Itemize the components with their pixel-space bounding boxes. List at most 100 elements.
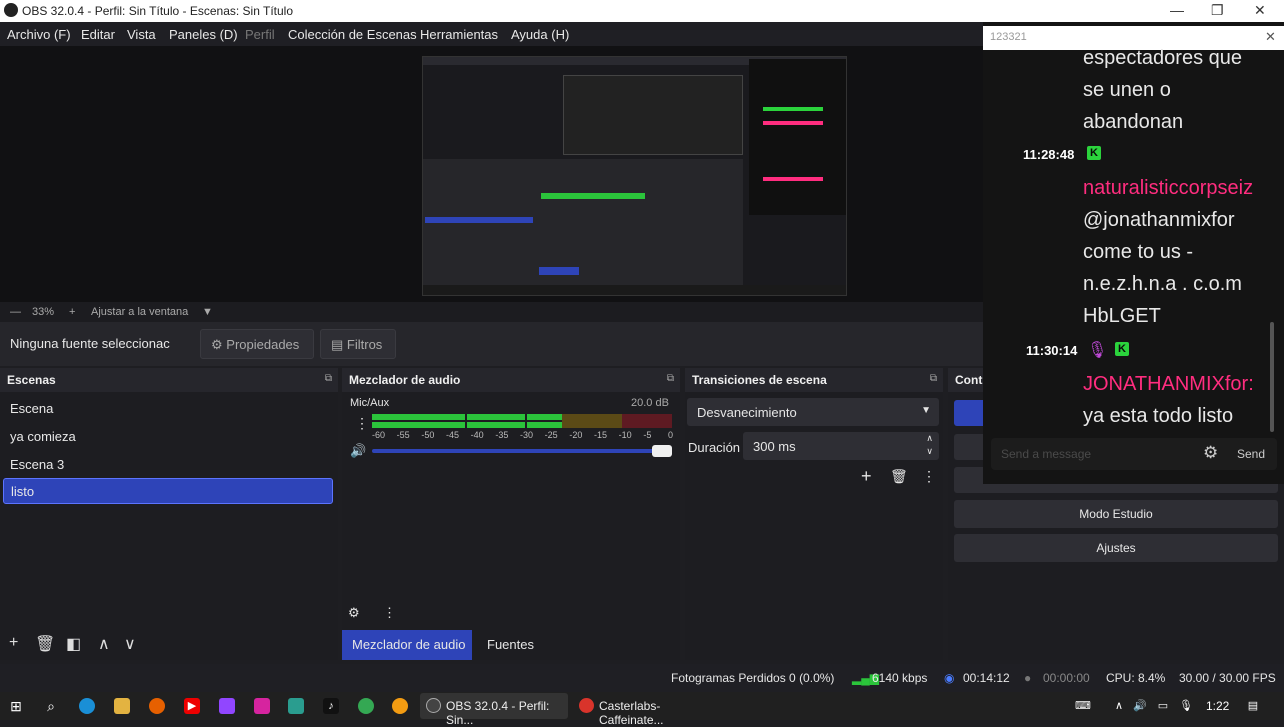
chat-line: HbLGET xyxy=(1083,305,1161,327)
photos-icon[interactable] xyxy=(288,698,304,714)
properties-button[interactable]: ⚙ Propiedades xyxy=(200,329,314,359)
twitch-icon[interactable] xyxy=(219,698,235,714)
filters-label: Filtros xyxy=(346,337,383,352)
zoom-out-button[interactable]: — xyxy=(10,306,21,318)
audio-mixer-title: Mezclador de audio xyxy=(349,373,461,387)
maximize-icon[interactable]: ❐ xyxy=(1211,2,1224,19)
close-icon[interactable]: ✕ xyxy=(1254,2,1266,19)
menu-paneles[interactable]: Paneles (D) xyxy=(169,27,238,42)
settings-button[interactable]: Ajustes xyxy=(954,534,1278,562)
duration-field[interactable]: 300 ms ∧ ∨ xyxy=(743,432,939,460)
fps: 30.00 / 30.00 FPS xyxy=(1179,671,1276,685)
search-icon[interactable]: ⌕ xyxy=(43,698,59,714)
preview-canvas[interactable] xyxy=(422,56,847,296)
add-icon[interactable]: + xyxy=(861,466,872,487)
chevron-up-icon[interactable]: ∧ xyxy=(1111,698,1127,714)
studio-mode-button[interactable]: Modo Estudio xyxy=(954,500,1278,528)
chat-username[interactable]: naturalisticcorpseiz xyxy=(1083,172,1278,204)
menu-vista[interactable]: Vista xyxy=(127,27,156,42)
mixer-footer: ⚙ ⋮ xyxy=(342,598,680,628)
stepper-icon[interactable]: ∧ ∨ xyxy=(926,432,933,458)
scene-item-selected[interactable]: listo xyxy=(3,478,333,504)
transition-select[interactable]: Desvanecimiento ▼ xyxy=(687,398,939,426)
transitions-title: Transiciones de escena xyxy=(692,373,827,387)
chrome-icon[interactable] xyxy=(358,698,374,714)
taskbar-obs-label: OBS 32.0.4 - Perfil: Sin... xyxy=(446,699,550,727)
gear-icon[interactable]: ⚙ xyxy=(1203,443,1218,463)
fit-dropdown-icon[interactable]: ▼ xyxy=(202,306,213,318)
chat-input-bar: Send a message ⚙ Send xyxy=(991,438,1277,470)
move-up-icon[interactable]: ∧ xyxy=(98,634,110,654)
kick-badge-icon: K xyxy=(1115,342,1129,356)
channel-menu-icon[interactable]: ⋮ xyxy=(355,415,369,432)
meter-tick-label: -60 xyxy=(372,430,386,440)
clock[interactable]: 1:22 xyxy=(1206,699,1229,713)
tiktok-icon[interactable]: ♪ xyxy=(323,698,339,714)
send-button[interactable]: Send xyxy=(1237,447,1265,461)
chat-line: ya esta todo listo xyxy=(1083,405,1234,427)
folder-icon[interactable] xyxy=(114,698,130,714)
move-down-icon[interactable]: ∨ xyxy=(124,634,136,654)
meter-tick-label: -40 xyxy=(470,430,484,440)
controls-title: Cont xyxy=(955,373,983,387)
taskbar-obs-app[interactable]: OBS 32.0.4 - Perfil: Sin... xyxy=(420,693,568,727)
browser-icon[interactable] xyxy=(392,698,408,714)
audio-mixer-dock: Mezclador de audio ⧉ Mic/Aux 20.0 dB ⋮ -… xyxy=(342,368,680,660)
menu-coleccion-escenas[interactable]: Colección de Escenas xyxy=(288,27,417,42)
scene-item[interactable]: ya comieza xyxy=(3,424,333,450)
windows-start-icon[interactable]: ⊞ xyxy=(8,698,24,714)
trash-icon[interactable]: 🗑 xyxy=(35,634,55,654)
windows-taskbar: ⊞ ⌕ ▶ ♪ OBS 32.0.4 - Perfil: Sin... Cast… xyxy=(0,692,1284,727)
filter-icon[interactable]: ◧ xyxy=(66,634,81,654)
chat-timestamp: 11:30:14 xyxy=(1026,343,1078,358)
edge-icon[interactable] xyxy=(79,698,95,714)
microphone-badge-icon: 🎙 xyxy=(1087,342,1108,359)
window-title: OBS 32.0.4 - Perfil: Sin Título - Escena… xyxy=(22,4,294,18)
network-icon[interactable]: ▭ xyxy=(1155,698,1171,714)
properties-label: Propiedades xyxy=(226,337,300,352)
microphone-icon[interactable]: 🎙 xyxy=(1178,698,1194,714)
tab-audio-mixer[interactable]: Mezclador de audio xyxy=(342,630,472,660)
chat-line: n.e.z.h.n.a . c.o.m xyxy=(1083,273,1242,295)
menu-perfil[interactable]: Perfil xyxy=(245,27,275,42)
instagram-icon[interactable] xyxy=(254,698,270,714)
chat-line: se unen o xyxy=(1083,79,1171,101)
undock-icon[interactable]: ⧉ xyxy=(930,373,937,384)
keyboard-icon[interactable]: ⌨ xyxy=(1072,698,1094,714)
chat-username[interactable]: JONATHANMIXfor: xyxy=(1083,368,1278,400)
trash-icon[interactable]: 🗑 xyxy=(890,468,908,485)
kick-badge-icon: K xyxy=(1087,146,1101,160)
filters-button[interactable]: ▤ Filtros xyxy=(320,329,396,359)
fit-to-window[interactable]: Ajustar a la ventana xyxy=(91,306,188,318)
firefox-icon[interactable] xyxy=(149,698,165,714)
menu-editar[interactable]: Editar xyxy=(81,27,115,42)
youtube-icon[interactable]: ▶ xyxy=(184,698,200,714)
notifications-icon[interactable]: ▤ xyxy=(1245,698,1261,714)
menu-ayuda[interactable]: Ayuda (H) xyxy=(511,27,569,42)
zoom-level: 33% xyxy=(32,306,55,318)
scenes-dock: Escenas ⧉ Escena ya comieza Escena 3 lis… xyxy=(0,368,338,660)
scene-item[interactable]: Escena 3 xyxy=(3,452,333,478)
obs-logo-icon xyxy=(426,698,441,713)
undock-icon[interactable]: ⧉ xyxy=(325,373,332,384)
add-icon[interactable]: + xyxy=(9,634,18,652)
minimize-icon[interactable]: — xyxy=(1170,2,1184,18)
advanced-audio-icon[interactable]: ⚙ xyxy=(348,605,360,621)
taskbar-casterlabs-app[interactable]: Casterlabs-Caffeinate... xyxy=(573,693,721,727)
volume-slider[interactable] xyxy=(372,449,672,453)
tab-sources[interactable]: Fuentes xyxy=(476,630,546,660)
transition-menu-icon[interactable]: ⋮ xyxy=(922,468,936,485)
chat-input[interactable]: Send a message xyxy=(1001,447,1091,461)
volume-slider-handle[interactable] xyxy=(652,445,672,457)
scene-item[interactable]: Escena xyxy=(3,396,333,422)
menu-archivo[interactable]: Archivo (F) xyxy=(7,27,71,42)
meter-tick-label: -30 xyxy=(520,430,534,440)
undock-icon[interactable]: ⧉ xyxy=(667,373,674,384)
speaker-icon[interactable]: 🔊 xyxy=(350,443,366,459)
volume-icon[interactable]: 🔊 xyxy=(1132,698,1148,714)
meter-tick-label: 0 xyxy=(668,430,674,440)
zoom-in-button[interactable]: + xyxy=(69,306,75,318)
menu-herramientas[interactable]: Herramientas xyxy=(420,27,498,42)
chat-scrollbar[interactable] xyxy=(1270,322,1274,432)
mixer-menu-icon[interactable]: ⋮ xyxy=(383,605,396,621)
